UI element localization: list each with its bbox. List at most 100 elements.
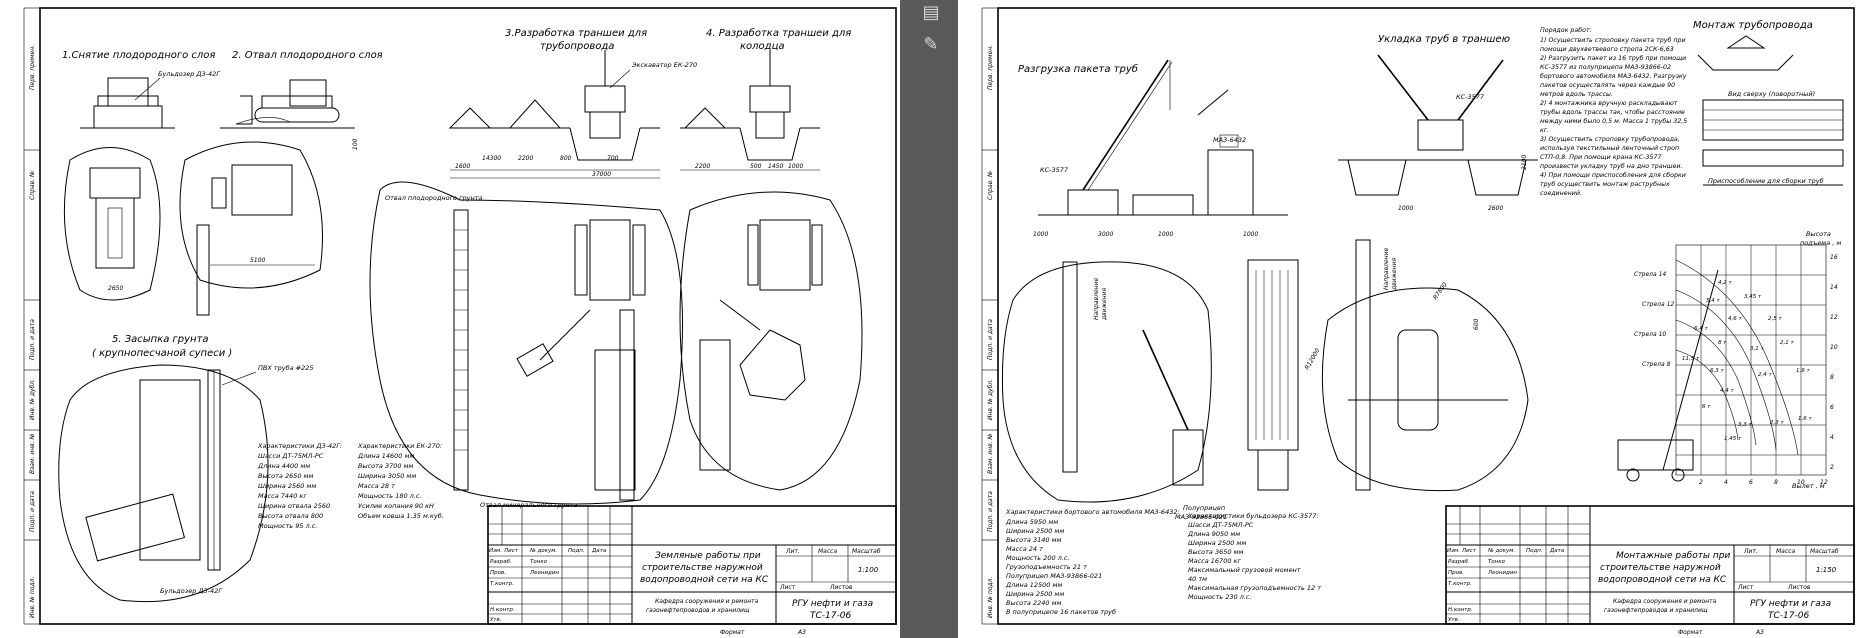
svg-text:1:150: 1:150 — [1816, 566, 1837, 574]
heading-well-b: колодца — [740, 41, 785, 52]
svg-text:2,4 т: 2,4 т — [1758, 372, 1772, 378]
side-label: Справ. № — [29, 171, 36, 200]
svg-text:Мощность 200 л.с.: Мощность 200 л.с. — [1006, 554, 1070, 562]
work-procedure: Порядок работ: 1) Осуществить строповку … — [1540, 26, 1687, 197]
svg-text:А3: А3 — [797, 629, 806, 636]
dim: R7800 — [1432, 281, 1449, 301]
dim: R12000 — [1304, 347, 1322, 371]
svg-text:А3: А3 — [1755, 629, 1764, 636]
svg-text:Длина 5950 мм: Длина 5950 мм — [1005, 518, 1058, 526]
svg-text:Характеристики ДЗ-42Г:: Характеристики ДЗ-42Г: — [257, 442, 342, 450]
svg-text:Лит.: Лит. — [785, 548, 800, 555]
svg-text:40 тм: 40 тм — [1188, 575, 1207, 583]
svg-text:Листов: Листов — [829, 584, 853, 591]
svg-text:Ширина 2500 мм: Ширина 2500 мм — [1188, 539, 1246, 547]
chart-y-tick: 2 — [1830, 464, 1834, 471]
heading-unload: Разгрузка пакета труб — [1018, 63, 1138, 75]
svg-text:труб осуществить монтаж растру: труб осуществить монтаж раструбных — [1540, 180, 1670, 188]
crane-unloading — [1038, 59, 1288, 216]
svg-text:2) 4 монтажника вручную раскла: 2) 4 монтажника вручную раскладывают — [1540, 100, 1678, 107]
svg-text:Шасси ДТ-75МЛ-РС: Шасси ДТ-75МЛ-РС — [258, 452, 324, 460]
layers-icon[interactable]: ▤ — [920, 2, 942, 24]
boom-label: Стрела 14 — [1634, 271, 1666, 278]
side-label: Инв. № подл. — [29, 577, 36, 618]
svg-text:Масса 28 т: Масса 28 т — [358, 482, 395, 490]
chart-y-tick: 12 — [1830, 314, 1838, 321]
svg-text:8 т: 8 т — [1718, 340, 1727, 346]
chart-y-tick: 6 — [1830, 404, 1834, 411]
svg-text:газонефтепроводов и хранилищ: газонефтепроводов и хранилищ — [1604, 607, 1708, 614]
dim: 1000 — [1158, 231, 1173, 238]
svg-text:Кафедра сооружения и ремонта: Кафедра сооружения и ремонта — [1613, 598, 1717, 605]
svg-text:1,6 т: 1,6 т — [1798, 416, 1812, 422]
heading-trench-b: трубопровода — [540, 40, 614, 52]
svg-text:Длина 4400 мм: Длина 4400 мм — [257, 462, 310, 470]
svg-text:Лист: Лист — [503, 548, 519, 554]
document-viewer: ▤ ✎ Перв. примен. Справ. № Подп. и дата … — [0, 0, 1860, 638]
side-label: Инв. № дубл. — [29, 379, 36, 420]
dim: 2100 — [1521, 155, 1528, 170]
dim: 1000 — [1033, 231, 1048, 238]
svg-text:Леонидин: Леонидин — [529, 570, 559, 576]
svg-text:Ширина 2560 мм: Ширина 2560 мм — [258, 482, 316, 490]
dim: 5100 — [250, 257, 265, 264]
boom-label: Стрела 8 — [1642, 361, 1671, 368]
dim: 2600 — [1488, 205, 1503, 212]
dim: 800 — [560, 155, 572, 162]
svg-text:Масса 16700 кг: Масса 16700 кг — [1188, 557, 1241, 565]
svg-text:Высота 2650 мм: Высота 2650 мм — [258, 472, 313, 480]
heading-mount: Монтаж трубопровода — [1693, 19, 1813, 31]
side-label: Подп. и дата — [29, 319, 36, 360]
chart-x-tick: 10 — [1797, 479, 1805, 486]
svg-text:Усилие копания 90 кН: Усилие копания 90 кН — [358, 502, 434, 510]
svg-text:Тонко: Тонко — [1488, 559, 1506, 565]
label-semitrailer: Полуприцеп — [1183, 504, 1225, 512]
svg-text:Формат: Формат — [720, 629, 745, 636]
dim: 700 — [607, 155, 619, 162]
svg-text:Леонидин: Леонидин — [1487, 570, 1517, 576]
svg-text:Подп.: Подп. — [568, 548, 585, 554]
svg-text:Ширина отвала 2560: Ширина отвала 2560 — [258, 502, 330, 510]
svg-text:Дата: Дата — [1549, 548, 1565, 554]
svg-text:Подп.: Подп. — [1526, 548, 1543, 554]
svg-text:Высота отвала 800: Высота отвала 800 — [258, 512, 323, 520]
svg-text:4,4 т: 4,4 т — [1720, 388, 1734, 394]
svg-text:газонефтепроводов и хранилищ: газонефтепроводов и хранилищ — [646, 607, 750, 614]
label-top-view: Вид сверху (поворотный) — [1728, 90, 1815, 98]
svg-text:Кафедра сооружения и ремонта: Кафедра сооружения и ремонта — [655, 598, 759, 605]
dim: 2200 — [695, 163, 710, 170]
svg-text:Высота 3140 мм: Высота 3140 мм — [1006, 536, 1061, 544]
svg-text:КС-3577 из полуприцепа МАЗ-938: КС-3577 из полуприцепа МАЗ-93866-02 — [1540, 64, 1671, 71]
svg-text:В полуприцепе 16 пакетов труб: В полуприцепе 16 пакетов труб — [1006, 608, 1116, 616]
dim: 1600 — [455, 163, 470, 170]
dim: 1000 — [1398, 205, 1413, 212]
svg-text:Лист: Лист — [779, 584, 796, 591]
svg-text:3) Осуществить строповку трубо: 3) Осуществить строповку трубопровода, — [1540, 135, 1680, 143]
side-label: Инв. № подл. — [987, 577, 994, 618]
side-label: Подп. и дата — [987, 491, 994, 532]
svg-text:Мощность 230 л.с.: Мощность 230 л.с. — [1188, 593, 1252, 601]
svg-text:Высота 3700 мм: Высота 3700 мм — [358, 462, 413, 470]
heading-well-a: 4. Разработка траншеи для — [706, 27, 851, 39]
label-assembly-device: Приспособление для сборки труб — [1708, 177, 1824, 185]
svg-text:Разраб.: Разраб. — [1448, 559, 1470, 565]
load-values: 4,2 т 3,45 т 5,4 т 2,5 т 4,6 т 6,4 т 2,1… — [1682, 280, 1812, 442]
annotate-icon[interactable]: ✎ — [920, 34, 942, 56]
svg-text:Характеристики бульдозера КС-3: Характеристики бульдозера КС-3577: — [1187, 512, 1319, 520]
specs-maz6432: Характеристики бортового автомобиля МАЗ-… — [1005, 508, 1180, 616]
svg-text:6,4 т: 6,4 т — [1694, 326, 1708, 332]
chart-y-tick: 14 — [1830, 284, 1838, 291]
boom-label: Стрела 12 — [1642, 301, 1674, 308]
svg-text:строительстве наружной: строительстве наружной — [642, 563, 763, 573]
svg-text:Масса 24 т: Масса 24 т — [1006, 545, 1043, 553]
label-bulldozer: Бульдозер ДЗ-42Г — [158, 70, 221, 78]
svg-text:3,1 т: 3,1 т — [1750, 346, 1764, 352]
side-label: Перв. примен. — [987, 45, 994, 90]
dim: 1000 — [788, 163, 803, 170]
svg-text:Шасси ДТ-75МЛ-РС: Шасси ДТ-75МЛ-РС — [1188, 521, 1254, 529]
title-block: Изм. Лист № докум. Подп. Дата Разраб. Пр… — [487, 505, 897, 636]
svg-text:Пров.: Пров. — [1448, 570, 1464, 576]
svg-text:Объем ковша 1,35 м.куб.: Объем ковша 1,35 м.куб. — [358, 512, 444, 520]
svg-text:4,6 т: 4,6 т — [1728, 316, 1742, 322]
svg-text:водопроводной сети на КС: водопроводной сети на КС — [1598, 575, 1727, 585]
